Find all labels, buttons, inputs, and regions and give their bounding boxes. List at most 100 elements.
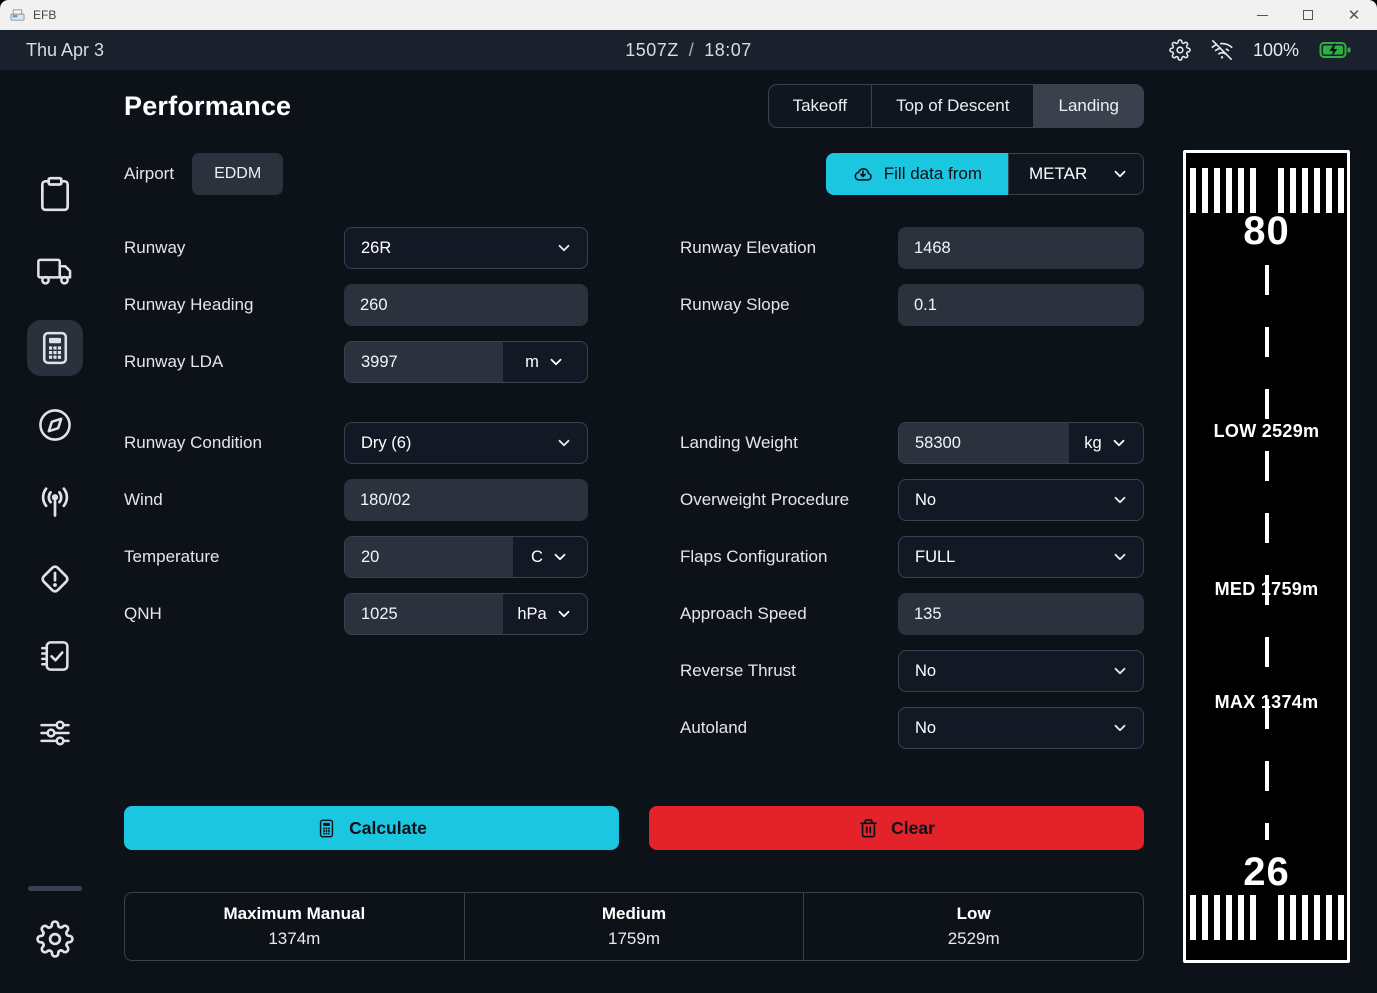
- result-label: Maximum Manual: [223, 904, 365, 924]
- landing-weight-unit-select[interactable]: kg: [1069, 423, 1143, 463]
- checklist-icon: [36, 637, 74, 675]
- chevron-down-icon: [551, 548, 569, 566]
- runway-label: Runway: [124, 238, 344, 258]
- fill-source-value: METAR: [1029, 164, 1087, 184]
- runway-heading-input[interactable]: [344, 284, 588, 326]
- sidebar-item-checklist[interactable]: [27, 628, 83, 684]
- runway-heading-label: Runway Heading: [124, 295, 344, 315]
- result-label: Medium: [602, 904, 666, 924]
- runway-number-bottom: 26: [1186, 852, 1347, 892]
- result-medium: Medium 1759m: [465, 893, 805, 960]
- runway-elevation-input[interactable]: [898, 227, 1144, 269]
- tab-landing[interactable]: Landing: [1034, 85, 1143, 127]
- runway-form-section: Runway 26R Runway Elevation Runway Headi…: [124, 227, 1144, 383]
- chevron-down-icon: [1111, 662, 1129, 680]
- chevron-down-icon: [1111, 165, 1129, 183]
- calculator-icon: [36, 329, 74, 367]
- flaps-configuration-label: Flaps Configuration: [680, 547, 898, 567]
- airport-code-button[interactable]: EDDM: [192, 153, 283, 195]
- temperature-label: Temperature: [124, 547, 344, 567]
- fill-source-select[interactable]: METAR: [1008, 153, 1144, 195]
- qnh-field: hPa: [344, 593, 588, 635]
- temperature-unit-select[interactable]: C: [513, 537, 587, 577]
- sidebar-item-sliders[interactable]: [27, 705, 83, 761]
- runway-lda-field: m: [344, 341, 588, 383]
- chevron-down-icon: [1111, 491, 1129, 509]
- sidebar-item-performance-calculator[interactable]: [27, 320, 83, 376]
- trash-icon: [858, 818, 879, 839]
- runway-value: 26R: [361, 239, 391, 258]
- clipboard-icon: [36, 175, 74, 213]
- chevron-down-icon: [555, 434, 573, 452]
- runway-lda-input[interactable]: [345, 342, 503, 382]
- sidebar-item-settings[interactable]: [27, 911, 83, 967]
- runway-centerline: [1265, 265, 1269, 840]
- battery-charging-icon: [1319, 39, 1351, 61]
- calculate-button[interactable]: Calculate: [124, 806, 619, 850]
- sidebar-item-clipboard[interactable]: [27, 166, 83, 222]
- wind-input[interactable]: [344, 479, 588, 521]
- result-label: Low: [957, 904, 991, 924]
- runway-elevation-label: Runway Elevation: [680, 238, 898, 258]
- landing-distance-results-table: Maximum Manual 1374m Medium 1759m Low 25…: [124, 892, 1144, 961]
- qnh-input[interactable]: [345, 594, 503, 634]
- gear-icon[interactable]: [1169, 39, 1191, 61]
- landing-weight-unit: kg: [1084, 434, 1101, 453]
- overweight-procedure-label: Overweight Procedure: [680, 490, 898, 510]
- gear-icon: [36, 920, 74, 958]
- tab-takeoff[interactable]: Takeoff: [769, 85, 873, 127]
- approach-speed-input[interactable]: [898, 593, 1144, 635]
- chevron-down-icon: [1111, 719, 1129, 737]
- result-low: Low 2529m: [804, 893, 1143, 960]
- temperature-input[interactable]: [345, 537, 513, 577]
- reverse-thrust-label: Reverse Thrust: [680, 661, 898, 681]
- airline-logo-icon: [32, 92, 78, 138]
- sidebar-item-compass[interactable]: [27, 397, 83, 453]
- runway-number-top: 80: [1186, 211, 1347, 251]
- calculator-icon: [316, 818, 337, 839]
- autoland-select[interactable]: No: [898, 707, 1144, 749]
- chevron-down-icon: [1111, 548, 1129, 566]
- wifi-off-icon: [1211, 39, 1233, 61]
- landing-weight-input[interactable]: [899, 423, 1069, 463]
- result-value: 1374m: [268, 929, 320, 949]
- maximize-button[interactable]: [1285, 0, 1331, 30]
- tab-top-of-descent[interactable]: Top of Descent: [872, 85, 1034, 127]
- autoland-label: Autoland: [680, 718, 898, 738]
- clear-label: Clear: [891, 818, 935, 839]
- result-value: 2529m: [948, 929, 1000, 949]
- overweight-procedure-select[interactable]: No: [898, 479, 1144, 521]
- status-bar: Thu Apr 3 1507Z/18:07 100%: [0, 30, 1377, 70]
- qnh-unit-select[interactable]: hPa: [503, 594, 587, 634]
- utc-time: 1507Z: [625, 40, 679, 60]
- sidebar-item-truck[interactable]: [27, 243, 83, 299]
- antenna-icon: [36, 483, 74, 521]
- cloud-download-icon: [852, 163, 874, 185]
- chevron-down-icon: [547, 353, 565, 371]
- runway-select[interactable]: 26R: [344, 227, 588, 269]
- wind-label: Wind: [124, 490, 344, 510]
- battery-percentage: 100%: [1253, 40, 1299, 61]
- flaps-configuration-value: FULL: [915, 548, 955, 567]
- runway-slope-input[interactable]: [898, 284, 1144, 326]
- fill-data-from-button[interactable]: Fill data from: [826, 153, 1008, 195]
- clock-divider: /: [689, 40, 695, 60]
- sidebar-item-antenna[interactable]: [27, 474, 83, 530]
- chevron-down-icon: [1110, 434, 1128, 452]
- runway-lda-unit-select[interactable]: m: [503, 342, 587, 382]
- chevron-down-icon: [555, 605, 573, 623]
- runway-threshold-stripes-top: [1186, 168, 1347, 213]
- sidebar-item-warnings[interactable]: [27, 551, 83, 607]
- temperature-unit: C: [531, 548, 543, 567]
- compass-icon: [36, 406, 74, 444]
- window-title: EFB: [33, 8, 56, 22]
- close-button[interactable]: ✕: [1331, 0, 1377, 30]
- minimize-button[interactable]: [1239, 0, 1285, 30]
- calculate-label: Calculate: [349, 818, 427, 839]
- landing-weight-label: Landing Weight: [680, 433, 898, 453]
- flaps-configuration-select[interactable]: FULL: [898, 536, 1144, 578]
- clear-button[interactable]: Clear: [649, 806, 1144, 850]
- runway-condition-select[interactable]: Dry (6): [344, 422, 588, 464]
- reverse-thrust-select[interactable]: No: [898, 650, 1144, 692]
- app-icon: [10, 8, 25, 23]
